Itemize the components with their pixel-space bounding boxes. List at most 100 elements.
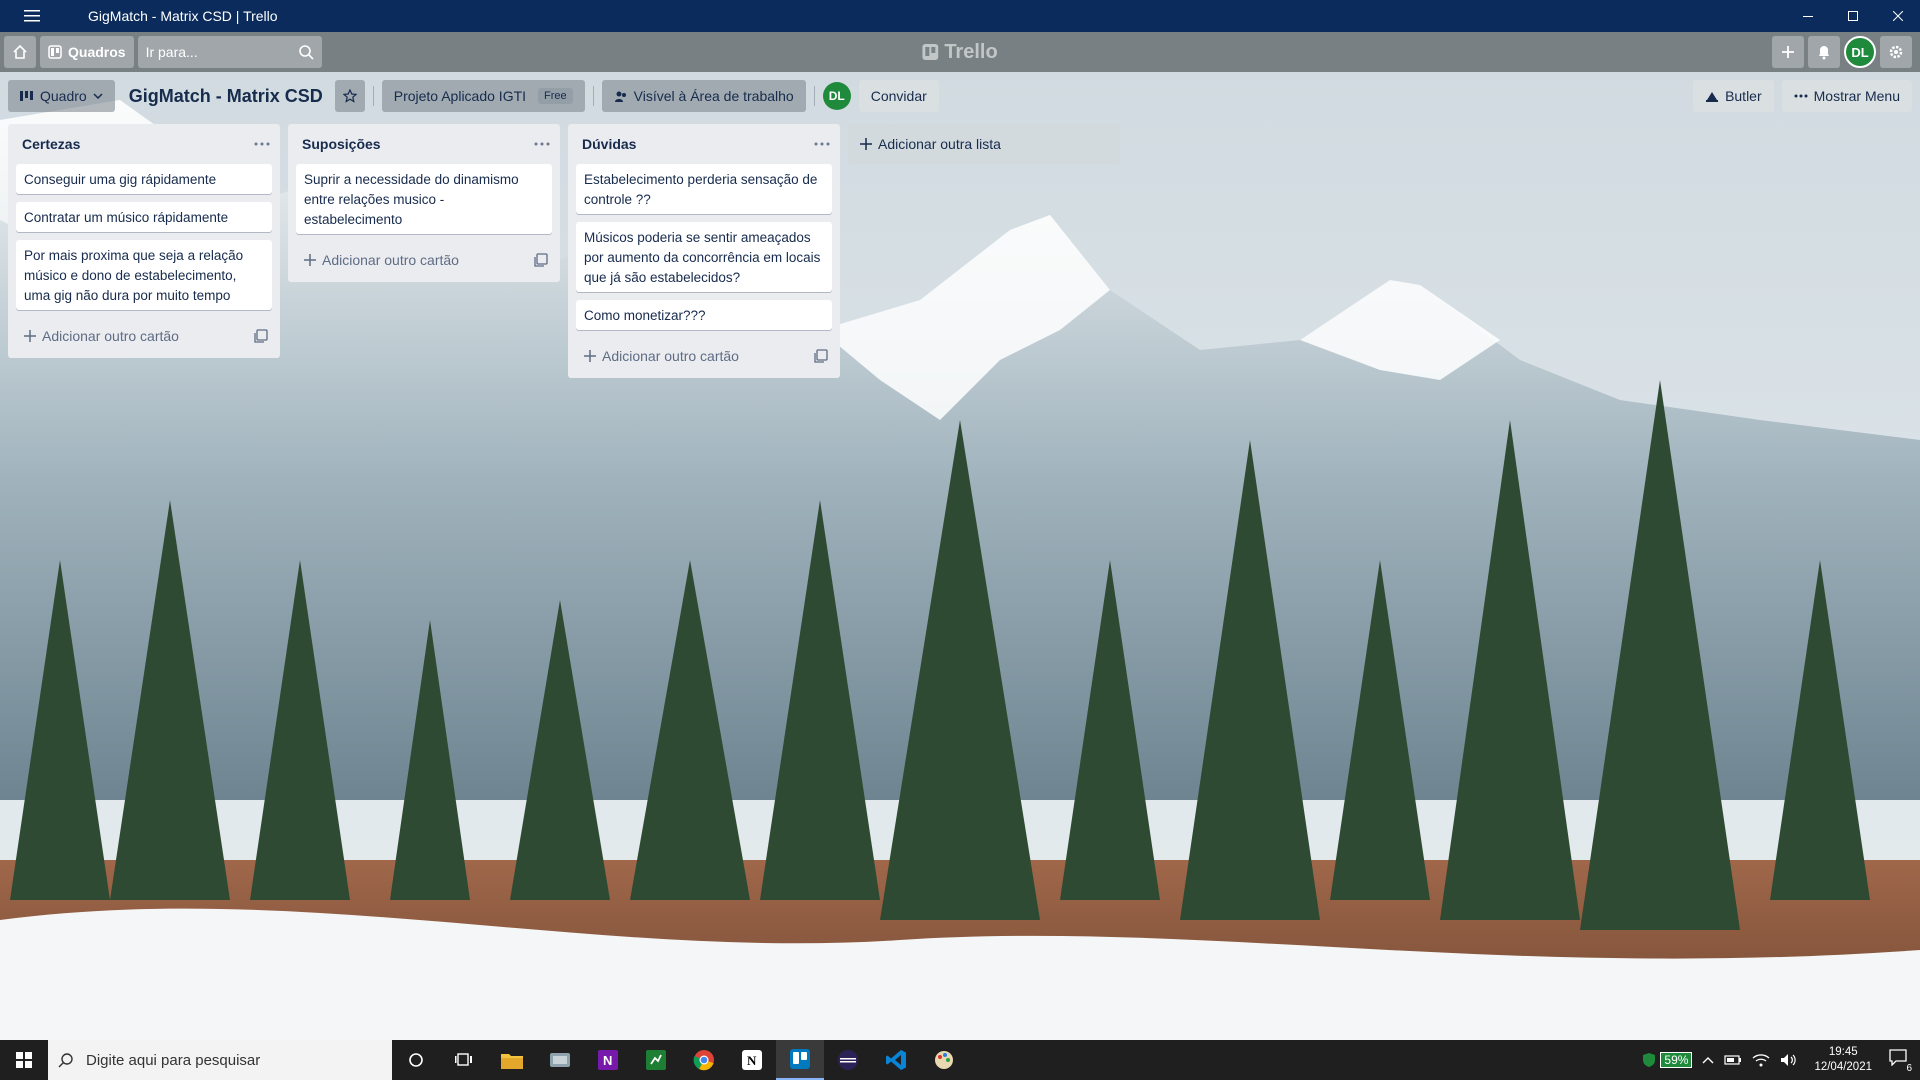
vscode-icon[interactable] — [872, 1040, 920, 1080]
list-header: Dúvidas — [576, 124, 832, 164]
windows-icon — [16, 1052, 32, 1068]
system-tray: 59% 19:45 12/04/2021 6 — [1642, 1040, 1920, 1080]
list-title[interactable]: Dúvidas — [582, 136, 636, 152]
volume-icon[interactable] — [1780, 1053, 1798, 1067]
start-button[interactable] — [0, 1040, 48, 1080]
boards-icon — [48, 45, 62, 59]
eclipse-icon[interactable] — [824, 1040, 872, 1080]
search-placeholder: Ir para... — [145, 44, 198, 60]
board-title[interactable]: GigMatch - Matrix CSD — [123, 86, 335, 107]
show-menu-button[interactable]: Mostrar Menu — [1781, 80, 1912, 112]
add-card-label: Adicionar outro cartão — [322, 252, 459, 268]
hamburger-menu-icon[interactable] — [0, 0, 64, 32]
bell-icon — [1819, 46, 1829, 60]
boards-label: Quadros — [68, 44, 126, 60]
board-member-avatar[interactable]: DL — [822, 82, 851, 110]
windows-taskbar: Digite aqui para pesquisar N N 59% 19:45… — [0, 1040, 1920, 1080]
notion-icon[interactable]: N — [728, 1040, 776, 1080]
divider — [592, 86, 594, 106]
list-title[interactable]: Suposições — [302, 136, 381, 152]
battery-percent: 59% — [1660, 1052, 1693, 1068]
notification-count: 6 — [1904, 1063, 1914, 1074]
cortana-icon[interactable] — [392, 1040, 440, 1080]
list-menu-icon[interactable] — [814, 142, 830, 146]
chevron-up-icon[interactable] — [1702, 1056, 1714, 1064]
battery-indicator[interactable]: 59% — [1642, 1052, 1693, 1068]
visibility-label: Visível à Área de trabalho — [633, 88, 794, 104]
home-button[interactable] — [4, 36, 36, 68]
boards-button[interactable]: Quadros — [40, 36, 134, 68]
list-certezas: Certezas Conseguir uma gig rápidamente C… — [8, 124, 280, 358]
card[interactable]: Como monetizar??? — [576, 300, 832, 330]
list-menu-icon[interactable] — [534, 142, 550, 146]
card[interactable]: Conseguir uma gig rápidamente — [16, 164, 272, 194]
butler-label: Butler — [1725, 88, 1762, 104]
add-card-button[interactable]: Adicionar outro cartão — [16, 318, 272, 354]
spreadsheet-app-icon[interactable] — [632, 1040, 680, 1080]
invite-label: Convidar — [870, 88, 927, 104]
chrome-icon[interactable] — [680, 1040, 728, 1080]
card[interactable]: Contratar um músico rápidamente — [16, 202, 272, 232]
invite-button[interactable]: Convidar — [858, 80, 939, 112]
jump-to-search-input[interactable]: Ir para... — [137, 36, 322, 68]
card[interactable]: Estabelecimento perderia sensação de con… — [576, 164, 832, 214]
plus-icon — [304, 254, 316, 266]
task-view-icon[interactable] — [440, 1040, 488, 1080]
list-menu-icon[interactable] — [254, 142, 270, 146]
trello-logo-icon — [922, 44, 939, 60]
card[interactable]: Por mais proxima que seja a relação músi… — [16, 240, 272, 310]
card-template-icon[interactable] — [814, 349, 828, 363]
divider — [372, 86, 374, 106]
settings-button[interactable] — [1880, 36, 1912, 68]
user-avatar[interactable]: DL — [1844, 36, 1876, 68]
search-icon — [58, 1053, 73, 1068]
minimize-icon[interactable] — [1785, 0, 1830, 32]
list-duvidas: Dúvidas Estabelecimento perderia sensaçã… — [568, 124, 840, 378]
board-view-switcher[interactable]: Quadro — [8, 80, 115, 112]
list-title[interactable]: Certezas — [22, 136, 80, 152]
svg-text:N: N — [747, 1053, 757, 1068]
star-board-button[interactable] — [334, 80, 365, 112]
window-title: GigMatch - Matrix CSD | Trello — [88, 8, 278, 24]
add-list-button[interactable]: Adicionar outra lista — [848, 124, 1120, 164]
card-template-icon[interactable] — [254, 329, 268, 343]
onenote-icon[interactable]: N — [584, 1040, 632, 1080]
clock-date: 12/04/2021 — [1814, 1061, 1872, 1073]
notifications-button[interactable] — [1808, 36, 1840, 68]
chevron-down-icon — [93, 93, 103, 99]
search-icon — [298, 45, 314, 60]
create-button[interactable] — [1772, 36, 1804, 68]
list-header: Suposições — [296, 124, 552, 164]
file-explorer-icon[interactable] — [488, 1040, 536, 1080]
system-app-icon[interactable] — [536, 1040, 584, 1080]
add-card-button[interactable]: Adicionar outro cartão — [576, 338, 832, 374]
team-name: Projeto Aplicado IGTI — [393, 88, 527, 104]
card[interactable]: Suprir a necessidade do dinamismo entre … — [296, 164, 552, 234]
trello-logo[interactable]: Trello — [922, 41, 998, 64]
trello-header: Quadros Ir para... Trello DL — [0, 32, 1920, 72]
action-center-button[interactable]: 6 — [1888, 1048, 1914, 1074]
paint-icon[interactable] — [920, 1040, 968, 1080]
butler-button[interactable]: Butler — [1693, 80, 1774, 112]
team-button[interactable]: Projeto Aplicado IGTI Free — [381, 80, 585, 112]
board-view-label: Quadro — [40, 88, 87, 104]
shield-icon — [1643, 1053, 1656, 1067]
battery-icon[interactable] — [1724, 1054, 1742, 1066]
free-badge: Free — [538, 88, 573, 104]
close-icon[interactable] — [1875, 0, 1920, 32]
visibility-button[interactable]: Visível à Área de trabalho — [601, 80, 806, 112]
add-card-button[interactable]: Adicionar outro cartão — [296, 242, 552, 278]
more-icon — [1794, 94, 1808, 98]
card-template-icon[interactable] — [534, 253, 548, 267]
team-visibility-icon — [614, 91, 626, 102]
taskbar-search-input[interactable]: Digite aqui para pesquisar — [48, 1040, 392, 1080]
divider — [813, 86, 815, 106]
plus-icon — [584, 350, 596, 362]
svg-text:N: N — [603, 1053, 612, 1068]
card[interactable]: Músicos poderia se sentir ameaçados por … — [576, 222, 832, 292]
maximize-icon[interactable] — [1830, 0, 1875, 32]
add-card-label: Adicionar outro cartão — [42, 328, 179, 344]
clock[interactable]: 19:45 12/04/2021 — [1808, 1045, 1878, 1075]
trello-app-icon[interactable] — [776, 1040, 824, 1080]
wifi-icon[interactable] — [1752, 1053, 1770, 1067]
